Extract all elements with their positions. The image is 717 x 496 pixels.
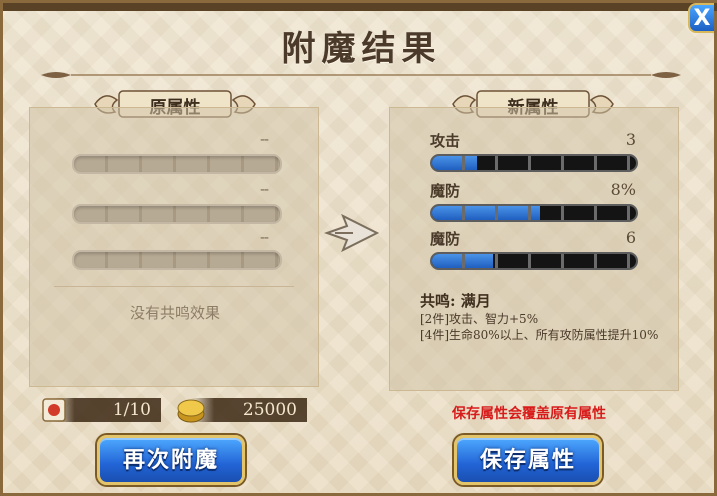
original-attr-value: --	[260, 182, 269, 198]
new-stat-bar	[430, 154, 638, 172]
new-stat-name: 魔防	[430, 230, 461, 248]
no-resonance-text: 没有共鸣效果	[129, 304, 220, 322]
gold-coin-icon	[177, 399, 205, 423]
scroll-count: 1/10	[53, 398, 161, 422]
original-attr-value: --	[260, 132, 269, 148]
new-attr-panel: 攻击 3 魔防 8% 魔防 6 共鸣: 满月 [2件]攻击、智力+5% [4件]…	[389, 107, 679, 391]
right-arrow-icon	[323, 213, 380, 253]
original-attr-panel: -- -- -- 没有共鸣效果	[29, 107, 319, 387]
resonance-title: 共鸣: 满月	[420, 292, 491, 310]
bar-ticks	[432, 206, 636, 220]
original-attr-bar	[72, 154, 282, 174]
bar-ticks	[432, 254, 636, 268]
overwrite-warning: 保存属性会覆盖原有属性	[452, 406, 606, 422]
enchant-scroll-icon	[42, 398, 66, 422]
save-attributes-button[interactable]: 保存属性	[454, 435, 602, 485]
new-stat-bar	[430, 252, 638, 270]
top-strip	[3, 3, 717, 11]
bar-ticks	[432, 156, 636, 170]
panel-divider	[54, 286, 294, 287]
gold-amount: 25000	[191, 398, 307, 422]
original-attr-bar	[72, 250, 282, 270]
original-attr-value: --	[260, 230, 269, 246]
close-button[interactable]: X	[688, 3, 714, 33]
scroll-cost: 1/10	[39, 398, 161, 424]
new-stat-value: 6	[625, 228, 636, 247]
enchant-result-dialog: 附魔结果 X 原属性 -- -- -- 没有共鸣效果 新属	[0, 0, 717, 496]
resonance-line: [4件]生命80%以上、所有攻防属性提升10%	[420, 328, 659, 342]
gold-cost: 25000	[175, 398, 307, 424]
resonance-line: [2件]攻击、智力+5%	[420, 312, 539, 326]
dialog-title: 附魔结果	[281, 29, 442, 69]
re-enchant-button[interactable]: 再次附魔	[97, 435, 245, 485]
new-stat-value: 8%	[610, 180, 636, 199]
new-stat-bar	[430, 204, 638, 222]
title-divider	[41, 72, 681, 78]
new-stat-name: 攻击	[430, 132, 461, 150]
new-stat-value: 3	[625, 130, 636, 149]
original-attr-bar	[72, 204, 282, 224]
new-stat-name: 魔防	[430, 182, 461, 200]
